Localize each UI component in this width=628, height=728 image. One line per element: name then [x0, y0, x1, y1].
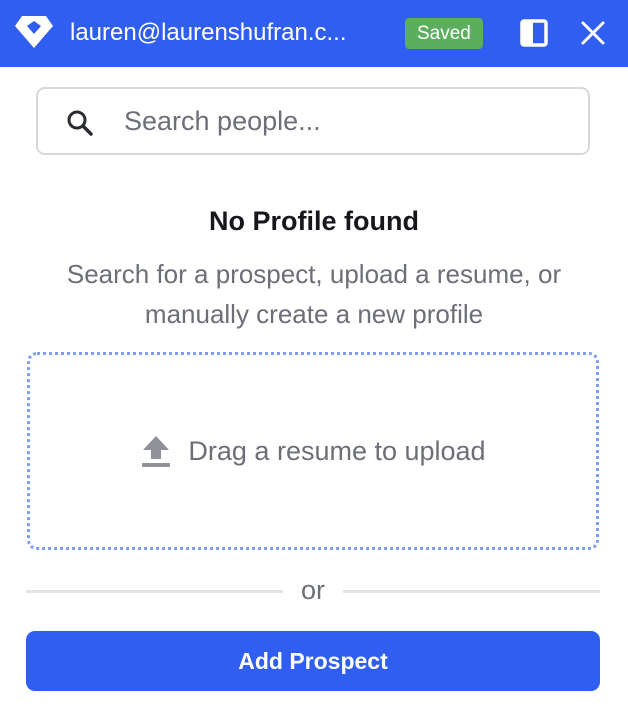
diamond-logo-icon	[15, 16, 53, 48]
header-bar: lauren@laurenshufran.c... Saved	[0, 0, 628, 67]
search-box[interactable]	[36, 87, 590, 155]
saved-status-badge: Saved	[405, 18, 483, 49]
divider-or-label: or	[300, 575, 325, 605]
empty-state-title: No Profile found	[209, 206, 419, 236]
upload-arrow-icon	[142, 436, 171, 467]
search-people-input[interactable]	[122, 101, 572, 141]
close-x-icon[interactable]	[577, 17, 609, 49]
search-icon	[67, 110, 93, 136]
maximize-square-icon[interactable]	[518, 17, 550, 49]
account-email: lauren@laurenshufran.c...	[70, 19, 347, 46]
divider-line-right	[343, 590, 600, 593]
add-prospect-button[interactable]: Add Prospect	[26, 631, 600, 691]
dropzone-label: Drag a resume to upload	[188, 435, 486, 466]
resume-dropzone[interactable]: Drag a resume to upload	[27, 352, 599, 550]
empty-state-description: Search for a prospect, upload a resume, …	[66, 259, 562, 329]
divider-line-left	[26, 590, 283, 593]
